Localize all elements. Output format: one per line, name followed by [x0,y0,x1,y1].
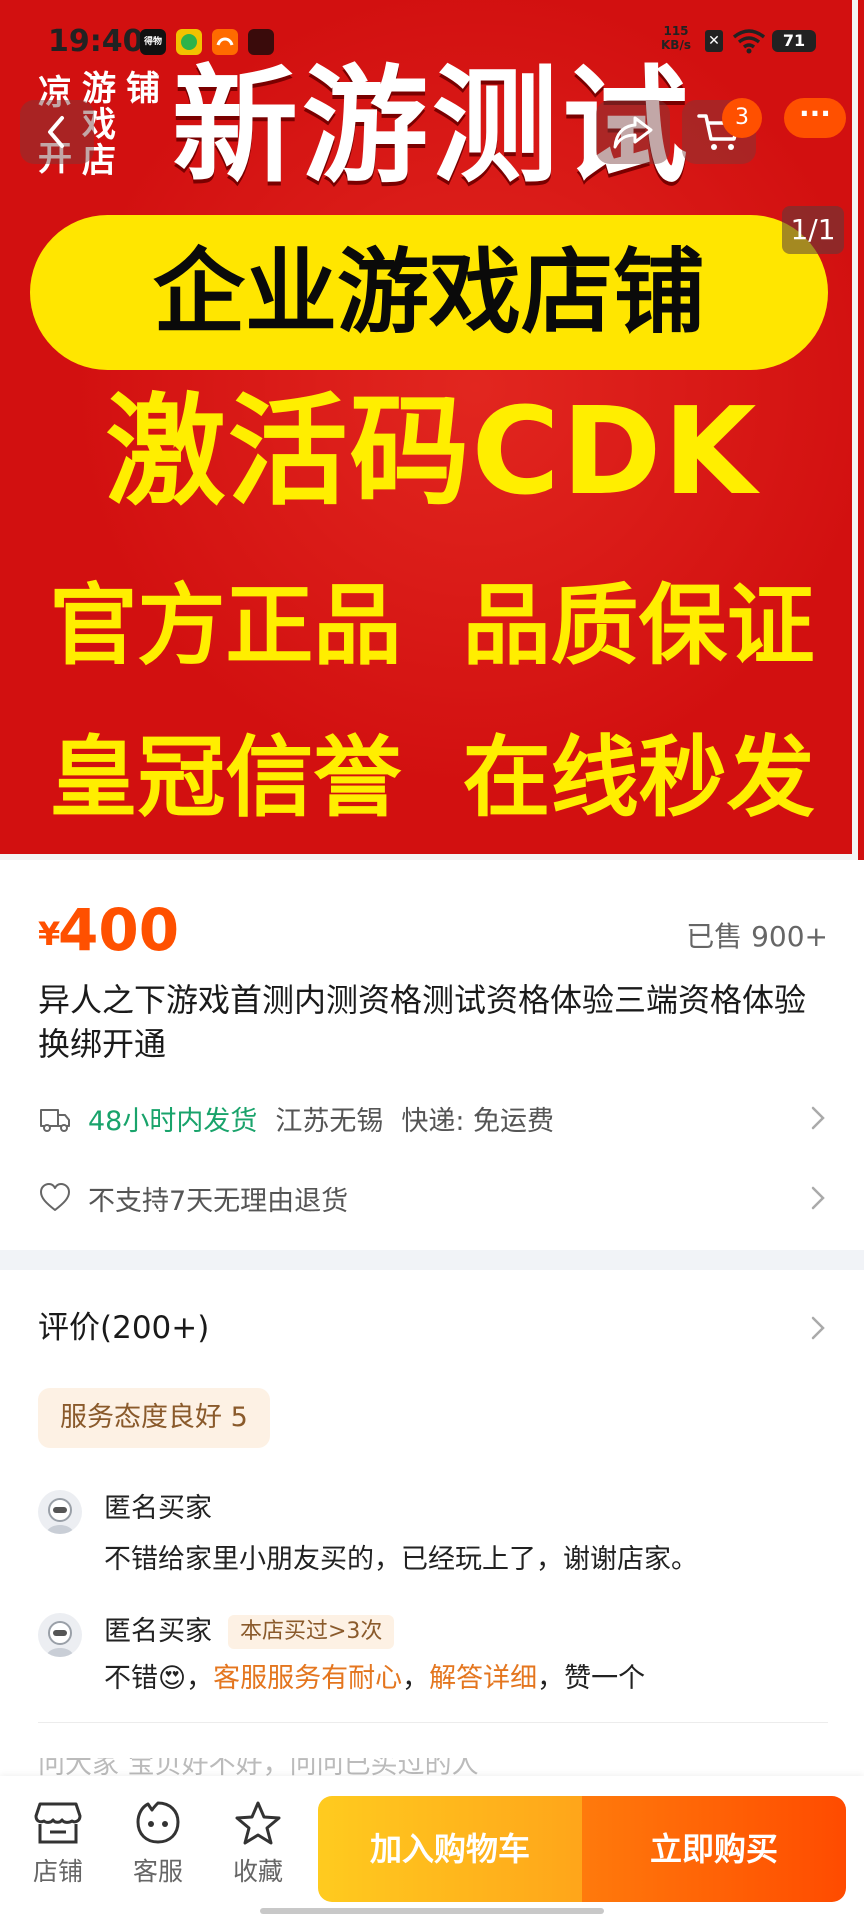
shipping-row[interactable]: 48小时内发货 江苏无锡 快递: 免运费 [38,1093,828,1143]
section-divider [0,1250,864,1270]
customer-service-button[interactable]: 客服 [118,1800,198,1890]
product-price: 400 [58,896,180,964]
reviews-header[interactable]: 评价(200+) [38,1303,828,1353]
chevron-right-icon [811,1316,825,1340]
more-options-button[interactable]: ··· [784,98,846,138]
share-icon [613,116,653,149]
review-text: 不错给家里小朋友买的，已经玩上了，谢谢店家。 [104,1544,698,1575]
price-row: ¥ 400 已售 900+ [38,895,828,965]
review-separator: ， [402,1663,430,1694]
truck-icon [40,1109,70,1132]
no-sim-icon: ✕ [705,30,723,52]
reviewer-name: 匿名买家 [104,1616,212,1647]
favorite-button[interactable]: 收藏 [218,1800,298,1890]
buy-now-button[interactable]: 立即购买 [582,1796,846,1902]
chevron-right-icon [811,1106,825,1130]
battery-indicator: 71 [772,30,816,52]
return-policy-text: 不支持7天无理由退货 [88,1185,349,1217]
review-text-suffix: ，赞一个 [537,1663,646,1694]
heart-eyes-emoji-icon: 😍 [158,1663,187,1694]
chevron-right-icon [811,1186,825,1210]
reviews-title: 评价(200+) [38,1310,210,1346]
net-speed-value: 115 [663,24,689,38]
favorite-label: 收藏 [232,1857,283,1886]
back-button[interactable] [20,100,94,164]
return-policy-row[interactable]: 不支持7天无理由退货 [38,1173,828,1223]
add-to-cart-button[interactable]: 加入购物车 [318,1796,582,1902]
hero-line-cdk: 激活码CDK [105,383,759,522]
review-highlight: 解答详细 [429,1663,538,1694]
divider-line [38,1722,828,1723]
hero-line-quality: 官方正品 品质保证 [49,574,815,677]
cart-count-badge: 3 [722,98,762,138]
wifi-icon [732,29,766,54]
product-image[interactable]: 19:40 得物 115 KB/s ✕ 71 凉 游 铺 开 戏 店 新游测试 … [0,0,864,860]
anonymous-avatar-icon [46,1621,74,1657]
product-title: 异人之下游戏首测内测资格测试资格体验三端资格体验换绑开通 [38,981,807,1063]
review-highlight: 客服服务有耐心 [213,1663,403,1694]
hero-line-reputation: 皇冠信誉 在线秒发 [49,726,815,829]
service-label: 客服 [132,1857,183,1886]
avatar [38,1613,82,1657]
service-icon [136,1801,180,1844]
review-separator: ， [186,1663,214,1694]
review-text-prefix: 不错 [104,1663,158,1694]
store-icon [34,1802,82,1844]
store-label: 店铺 [32,1857,83,1886]
chevron-left-icon [48,116,64,148]
shipping-express: 快递: 免运费 [401,1105,555,1137]
network-speed: 115 KB/s [656,24,696,52]
star-icon [235,1801,281,1845]
share-button[interactable] [596,100,670,164]
home-indicator[interactable] [260,1908,604,1914]
sold-count: 已售 900+ [686,920,828,953]
heart-icon [40,1183,70,1211]
hero-pill-text: 企业游戏店铺 [152,239,705,346]
shipping-location: 江苏无锡 [275,1105,384,1137]
shipping-time: 48小时内发货 [88,1105,258,1137]
repeat-buyer-badge: 本店买过>3次 [228,1615,395,1649]
avatar [38,1490,82,1534]
currency-symbol: ¥ [38,915,61,953]
anonymous-avatar-icon [46,1498,74,1534]
reviewer-name: 匿名买家 [104,1493,212,1524]
bottom-action-bar: 店铺 客服 收藏 加入购物车 立即购买 [0,1776,864,1920]
review-tag[interactable]: 服务态度良好 5 [38,1388,270,1448]
net-speed-unit: KB/s [661,38,691,52]
image-page-indicator: 1/1 [782,206,844,254]
store-button[interactable]: 店铺 [18,1800,98,1890]
review-text: 不错😍，客服服务有耐心，解答详细，赞一个 [104,1659,645,1699]
